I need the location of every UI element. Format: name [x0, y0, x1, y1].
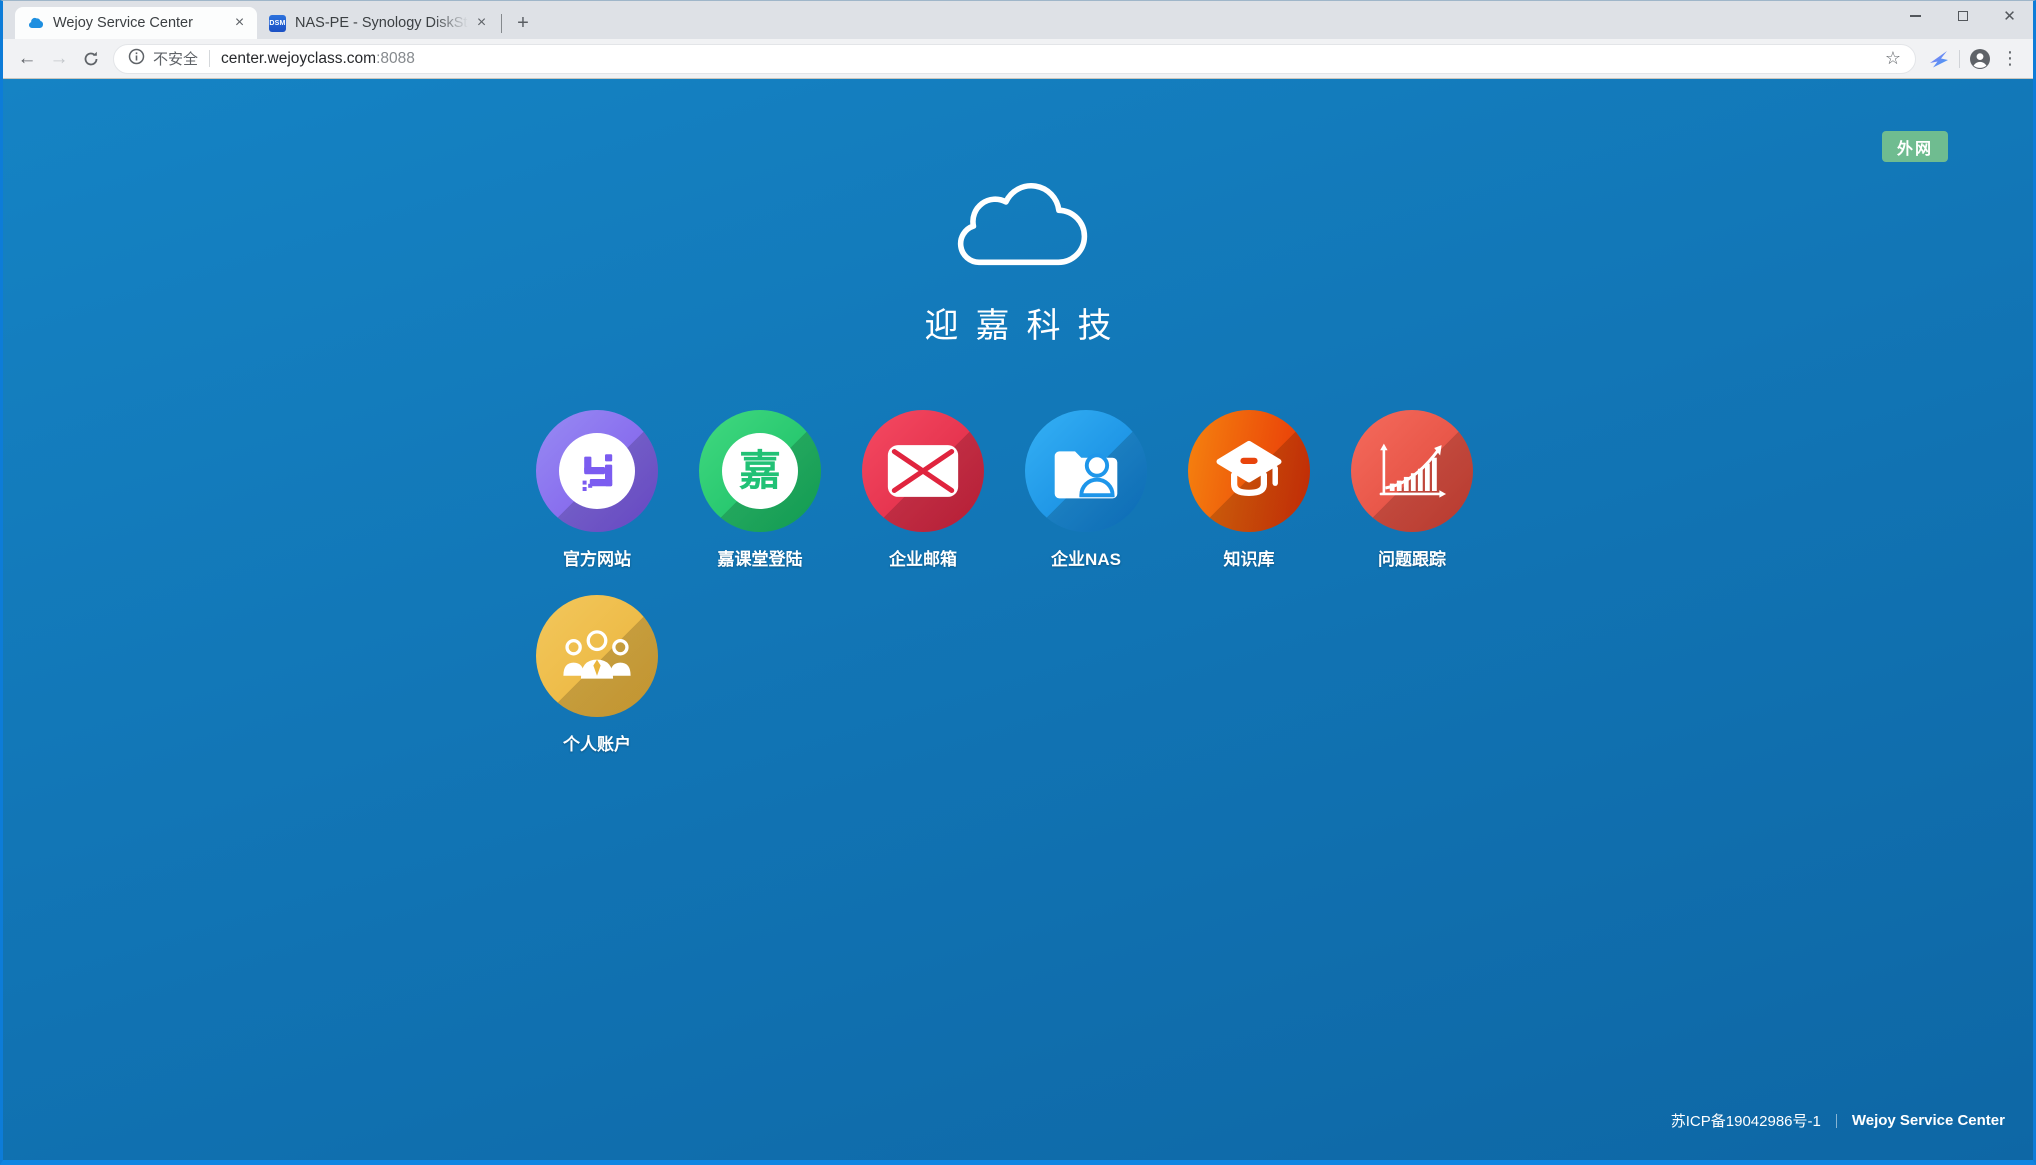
- browser-menu-icon[interactable]: ⋮: [1995, 44, 2025, 74]
- url-port: :8088: [376, 50, 415, 68]
- maximize-button[interactable]: [1939, 1, 1986, 31]
- tab-close-icon[interactable]: ×: [472, 14, 491, 33]
- tab-title: Wejoy Service Center: [53, 15, 230, 31]
- wejoy-logo-glyph: [573, 447, 621, 495]
- app-official-website[interactable]: 官方网站: [536, 410, 658, 570]
- tab-separator: [501, 14, 502, 33]
- address-bar[interactable]: 不安全 center.wejoyclass.com :8088 ☆: [113, 44, 1916, 74]
- jia-classroom-icon: 嘉: [699, 410, 821, 532]
- page-title: 迎嘉科技: [3, 298, 2033, 347]
- footer-site-name: Wejoy Service Center: [1852, 1112, 2005, 1129]
- minimize-icon: [1910, 15, 1921, 17]
- app-enterprise-nas[interactable]: 企业NAS: [1025, 410, 1147, 570]
- network-status-badge: 外网: [1882, 131, 1948, 162]
- apps-row-1: 官方网站 嘉 嘉课堂登陆 企业邮箱: [536, 410, 1473, 570]
- mail-envelope-icon: [862, 410, 984, 532]
- app-knowledge-base[interactable]: 知识库: [1188, 410, 1310, 570]
- maximize-icon: [1958, 11, 1968, 21]
- url-host: center.wejoyclass.com: [221, 50, 376, 68]
- app-label: 知识库: [1224, 545, 1275, 570]
- people-group-icon: [536, 595, 658, 717]
- app-label: 嘉课堂登陆: [718, 545, 803, 570]
- page-footer: 苏ICP备19042986号-1 Wejoy Service Center: [1671, 1110, 2005, 1131]
- brand-block: 迎嘉科技: [3, 175, 2033, 347]
- new-tab-button[interactable]: +: [509, 9, 537, 37]
- cloud-logo-icon: [942, 175, 1094, 279]
- footer-separator: [1836, 1114, 1837, 1128]
- dsm-favicon-icon: DSM: [269, 15, 286, 32]
- app-label: 官方网站: [563, 545, 631, 570]
- forward-button[interactable]: →: [43, 43, 75, 75]
- app-personal-account[interactable]: 个人账户: [536, 595, 658, 755]
- rising-bar-chart-icon: [1351, 410, 1473, 532]
- tab-title: NAS-PE - Synology DiskStation: [295, 15, 472, 31]
- tab-strip: Wejoy Service Center × DSM NAS-PE - Syno…: [3, 1, 2033, 39]
- app-jia-classroom-login[interactable]: 嘉 嘉课堂登陆: [699, 410, 821, 570]
- icp-license-link[interactable]: 苏ICP备19042986号-1: [1671, 1110, 1821, 1131]
- toolbar-separator: [1959, 50, 1960, 68]
- browser-window: Wejoy Service Center × DSM NAS-PE - Syno…: [0, 0, 2036, 1165]
- app-issue-tracking[interactable]: 问题跟踪: [1351, 410, 1473, 570]
- omnibox-divider: [209, 50, 210, 67]
- tab-wejoy-service-center[interactable]: Wejoy Service Center ×: [15, 7, 257, 39]
- cloud-favicon-icon: [27, 15, 44, 32]
- info-icon[interactable]: [128, 48, 145, 70]
- profile-avatar-icon[interactable]: [1965, 44, 1995, 74]
- app-label: 问题跟踪: [1378, 545, 1446, 570]
- tab-close-icon[interactable]: ×: [230, 14, 249, 33]
- back-button[interactable]: ←: [11, 43, 43, 75]
- nas-folder-user-icon: [1025, 410, 1147, 532]
- jia-character-glyph: 嘉: [739, 450, 781, 492]
- extension-bird-icon[interactable]: [1924, 44, 1954, 74]
- app-label: 个人账户: [563, 730, 631, 755]
- app-enterprise-mail[interactable]: 企业邮箱: [862, 410, 984, 570]
- window-controls: ✕: [1892, 1, 2033, 31]
- graduation-cap-icon: [1188, 410, 1310, 532]
- browser-toolbar: ← → 不安全 center.wejoyclass.com :8088 ☆ ⋮: [3, 39, 2033, 79]
- tab-synology-diskstation[interactable]: DSM NAS-PE - Synology DiskStation ×: [257, 7, 499, 39]
- official-website-icon: [536, 410, 658, 532]
- page-content: 外网 迎嘉科技: [3, 79, 2033, 1160]
- app-label: 企业邮箱: [889, 545, 957, 570]
- security-label[interactable]: 不安全: [153, 48, 198, 69]
- apps-row-2: 个人账户: [536, 595, 658, 755]
- bookmark-star-icon[interactable]: ☆: [1885, 48, 1901, 69]
- minimize-button[interactable]: [1892, 1, 1939, 31]
- reload-button[interactable]: [75, 43, 107, 75]
- app-label: 企业NAS: [1051, 545, 1121, 570]
- close-window-button[interactable]: ✕: [1986, 1, 2033, 31]
